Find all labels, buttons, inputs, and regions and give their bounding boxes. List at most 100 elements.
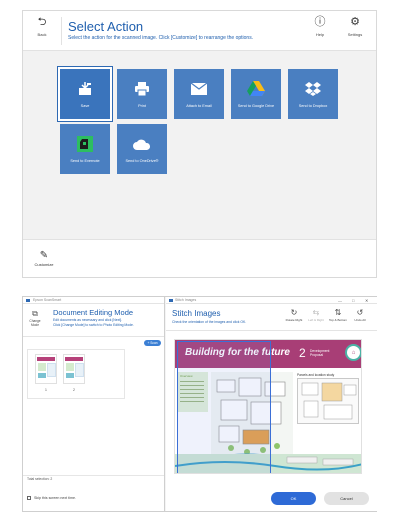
tool-label: Undo All bbox=[354, 318, 366, 322]
thumbnail-list: 1 2 bbox=[27, 349, 125, 399]
skip-option[interactable]: Skip this screen next time. bbox=[27, 496, 76, 500]
settings-label: Settings bbox=[347, 32, 363, 37]
editing-screens: Epson ScanSmart ⧉ Change Mode Document E… bbox=[22, 296, 377, 512]
customize-button[interactable]: ✎ Customize bbox=[29, 250, 59, 267]
rotate-right-icon: ↻ bbox=[290, 308, 298, 317]
total-selection: Total selection: 2 bbox=[27, 477, 53, 481]
tool-label: Top & Bottom bbox=[328, 318, 347, 322]
scan-button[interactable]: + Scan bbox=[144, 340, 161, 346]
onedrive-icon bbox=[117, 136, 167, 152]
google-drive-tile[interactable]: Send to Google Drive bbox=[231, 69, 281, 119]
stitch-header: Stitch Images Check the orientation of t… bbox=[166, 304, 377, 331]
window-title: Epson ScanSmart bbox=[33, 298, 62, 302]
close-icon[interactable]: ✕ bbox=[365, 297, 368, 304]
back-button[interactable]: ⮌ Back bbox=[29, 15, 55, 37]
minimize-icon[interactable]: — bbox=[338, 297, 342, 304]
tile-label: Send to OneDrive® bbox=[125, 159, 159, 163]
skip-label: Skip this screen next time. bbox=[34, 496, 76, 500]
envelope-icon bbox=[174, 81, 224, 97]
tile-label: Send to Evernote bbox=[70, 159, 100, 163]
thumbnail-number: 2 bbox=[73, 388, 75, 392]
undo-icon: ↺ bbox=[356, 308, 364, 317]
document-study-heading: Parcels and location study bbox=[297, 373, 335, 377]
print-tile[interactable]: Print bbox=[117, 69, 167, 119]
top-bottom-icon: ⇅ bbox=[334, 308, 342, 317]
thumbnail-block bbox=[38, 373, 46, 378]
thumbnail-block bbox=[66, 373, 74, 378]
stitch-title: Stitch Images bbox=[172, 309, 221, 318]
tile-label: Send to Dropbox bbox=[298, 104, 328, 108]
printer-icon bbox=[117, 81, 167, 97]
gear-icon: ⚙ bbox=[350, 16, 360, 28]
page-subtitle: Select the action for the scanned image.… bbox=[68, 35, 254, 41]
tile-label: Print bbox=[138, 104, 146, 108]
tile-label: Save bbox=[80, 104, 90, 108]
page-thumbnail[interactable] bbox=[35, 354, 57, 384]
maximize-icon[interactable]: □ bbox=[352, 297, 354, 304]
select-action-header: ⮌ Back Select Action Select the action f… bbox=[23, 11, 376, 51]
header-divider bbox=[61, 17, 62, 45]
google-drive-icon bbox=[231, 81, 281, 97]
thumbnail-block bbox=[47, 363, 56, 377]
document-editing-description: Edit documents as necessary and click [N… bbox=[53, 318, 123, 322]
thumbnail-number: 1 bbox=[45, 388, 47, 392]
top-bottom-button[interactable]: ⇅ Top & Bottom bbox=[328, 308, 348, 322]
document-editing-window: Epson ScanSmart ⧉ Change Mode Document E… bbox=[23, 297, 165, 511]
document-editing-title: Document Editing Mode bbox=[53, 308, 134, 317]
select-action-footer: ✎ Customize bbox=[23, 239, 376, 277]
dropbox-icon bbox=[288, 81, 338, 97]
skip-checkbox[interactable] bbox=[27, 496, 31, 500]
thumbnail-block bbox=[38, 363, 46, 371]
customize-label: Customize bbox=[34, 262, 54, 267]
stitch-images-window: Stitch Images — □ ✕ Stitch Images Check … bbox=[166, 297, 377, 511]
customize-icon: ✎ bbox=[39, 250, 49, 261]
stitch-overlap-region[interactable] bbox=[177, 341, 271, 473]
stitch-description: Check the orientation of the images and … bbox=[172, 320, 247, 324]
ok-button[interactable]: OK bbox=[271, 492, 316, 505]
thumbnail-block bbox=[75, 363, 84, 377]
evernote-tile[interactable]: Send to Evernote bbox=[60, 124, 110, 174]
document-badge-icon: ⌂ bbox=[345, 344, 361, 361]
help-icon: ⓘ bbox=[314, 16, 326, 28]
cancel-button[interactable]: Cancel bbox=[324, 492, 369, 505]
window-titlebar: Epson ScanSmart bbox=[23, 297, 164, 304]
rotate-right-button[interactable]: ↻ Rotate Right bbox=[284, 308, 304, 322]
app-icon bbox=[26, 299, 30, 302]
document-side-text-2: Proposal bbox=[310, 353, 324, 357]
thumbnail-header bbox=[37, 357, 55, 361]
document-editing-description-2: Click [Change Mode] to switch to Photo E… bbox=[53, 323, 134, 327]
back-label: Back bbox=[37, 32, 47, 37]
document-number: 2 bbox=[299, 346, 306, 360]
settings-button[interactable]: ⚙ Settings bbox=[342, 15, 368, 37]
change-mode-label: Change Mode bbox=[29, 319, 41, 327]
save-tile[interactable]: Save bbox=[58, 67, 112, 121]
change-mode-button[interactable]: ⧉ Change Mode bbox=[26, 309, 44, 327]
document-editing-header: ⧉ Change Mode Document Editing Mode Edit… bbox=[23, 304, 164, 337]
select-action-window: ⮌ Back Select Action Select the action f… bbox=[22, 10, 377, 278]
undo-all-button[interactable]: ↺ Undo All bbox=[350, 308, 370, 322]
stitch-preview[interactable]: Building for the future 2 Development Pr… bbox=[174, 339, 362, 474]
tile-label: Attach to Email bbox=[186, 104, 212, 108]
save-icon bbox=[60, 81, 110, 97]
app-icon bbox=[169, 299, 173, 302]
attach-email-tile[interactable]: Attach to Email bbox=[174, 69, 224, 119]
thumbnail-block bbox=[66, 363, 74, 371]
evernote-icon bbox=[60, 136, 110, 152]
back-arrow-icon: ⮌ bbox=[37, 16, 47, 28]
tile-label: Send to Google Drive bbox=[237, 104, 275, 108]
window-title: Stitch Images bbox=[175, 298, 197, 302]
study-map-image bbox=[297, 378, 359, 424]
change-mode-icon: ⧉ bbox=[32, 309, 38, 318]
left-right-button[interactable]: ⇆ Left & Right bbox=[306, 308, 326, 322]
window-titlebar: Stitch Images — □ ✕ bbox=[166, 297, 377, 304]
help-button[interactable]: ⓘ Help bbox=[307, 15, 333, 37]
divider bbox=[23, 475, 164, 476]
thumbnail-header bbox=[65, 357, 83, 361]
page-title: Select Action bbox=[68, 19, 144, 34]
tool-label: Left & Right bbox=[308, 318, 324, 322]
dropbox-tile[interactable]: Send to Dropbox bbox=[288, 69, 338, 119]
page-thumbnail[interactable] bbox=[63, 354, 85, 384]
onedrive-tile[interactable]: Send to OneDrive® bbox=[117, 124, 167, 174]
left-right-icon: ⇆ bbox=[312, 308, 320, 317]
help-label: Help bbox=[315, 32, 325, 37]
